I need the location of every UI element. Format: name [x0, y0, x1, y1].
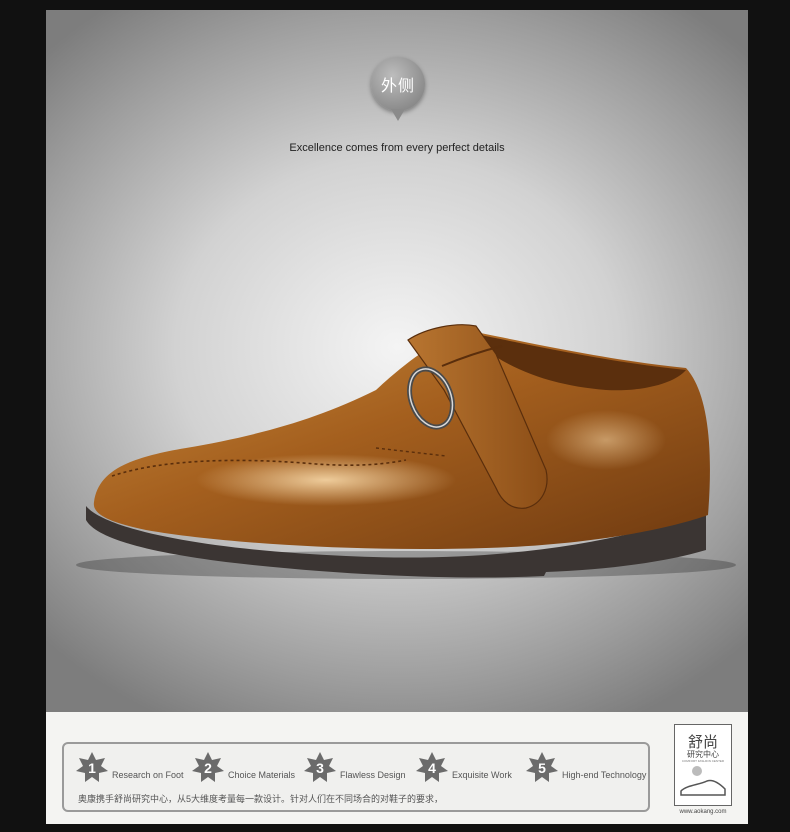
logo-url: www.aokang.com — [679, 809, 727, 815]
feature-label: Exquisite Work — [452, 770, 512, 780]
feature-item: 4 Exquisite Work — [416, 752, 512, 784]
feature-number: 2 — [204, 760, 212, 776]
product-image-area: 外侧 Excellence comes from every perfect d… — [46, 10, 748, 712]
feature-badge-icon: 2 — [192, 752, 224, 784]
features-panel: 1 Research on Foot 2 Choice Materials 3 … — [62, 742, 650, 812]
feature-badge-icon: 5 — [526, 752, 558, 784]
feature-item: 3 Flawless Design — [304, 752, 406, 784]
feature-item: 5 High-end Technology — [526, 752, 646, 784]
feature-badge-icon: 1 — [76, 752, 108, 784]
shoe-outline-icon — [680, 766, 726, 796]
feature-badge-icon: 3 — [304, 752, 336, 784]
feature-number: 4 — [428, 760, 436, 776]
feature-item: 1 Research on Foot — [76, 752, 184, 784]
research-center-logo: 舒尚 研究中心 COMFORT FASHION CENTER www.aokan… — [674, 724, 732, 815]
badge-label: 外侧 — [380, 78, 415, 95]
feature-description: 奥康携手舒尚研究中心，从5大维度考量每一款设计。针对人们在不同场合的对鞋子的要求… — [78, 794, 444, 804]
feature-number: 5 — [538, 760, 546, 776]
monk-strap-shoe-image — [76, 324, 736, 579]
feature-number: 3 — [316, 760, 324, 776]
feature-label: Flawless Design — [340, 770, 406, 780]
features-bar: 1 Research on Foot 2 Choice Materials 3 … — [46, 712, 748, 824]
feature-item: 2 Choice Materials — [192, 752, 295, 784]
feature-number: 1 — [88, 760, 96, 776]
feature-label: Choice Materials — [228, 770, 296, 780]
feature-label: Research on Foot — [112, 770, 184, 780]
feature-label: High-end Technology — [562, 770, 647, 780]
feature-badge-icon: 4 — [416, 752, 448, 784]
